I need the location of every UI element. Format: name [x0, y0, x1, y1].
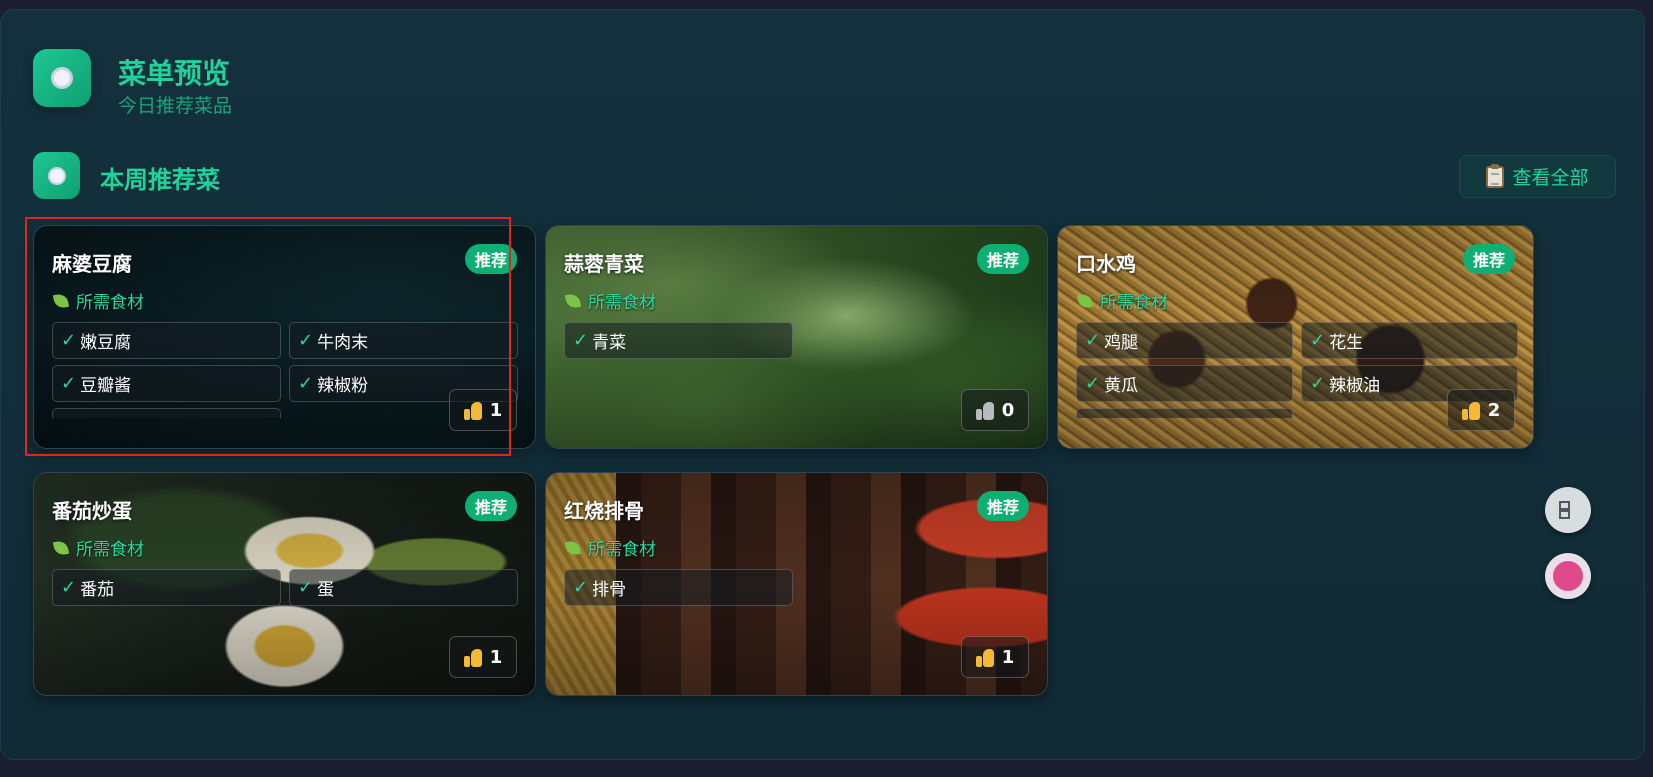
check-icon: ✓ — [61, 577, 77, 598]
check-icon: ✓ — [298, 330, 314, 351]
recommend-badge: 推荐 — [976, 244, 1029, 274]
thumbs-up-icon — [1461, 400, 1480, 420]
section-title: 本周推荐菜 — [100, 166, 220, 194]
check-icon: ✓ — [1310, 373, 1326, 394]
check-icon: ✓ — [1085, 330, 1101, 351]
leaf-icon — [564, 292, 582, 309]
page-title: 菜单预览 — [118, 57, 231, 90]
view-all-label: 查看全部 — [1512, 167, 1589, 189]
dish-card[interactable]: 蒜蓉青菜 推荐 所需食材 ✓ 青菜 0 — [545, 225, 1048, 449]
thumbs-up-icon — [975, 647, 994, 667]
recommend-badge: 推荐 — [464, 244, 517, 274]
check-icon: ✓ — [61, 330, 77, 351]
check-icon: ✓ — [573, 577, 589, 598]
ingredients-heading-label: 所需食材 — [1100, 293, 1168, 313]
ingredient-chip: ✓ 黄瓜 — [1076, 365, 1293, 402]
like-button[interactable]: 0 — [961, 389, 1029, 431]
ingredients-heading-label: 所需食材 — [76, 540, 144, 560]
ingredients-heading-label: 所需食材 — [588, 293, 656, 313]
ingredient-chip — [52, 408, 281, 418]
leaf-icon — [564, 539, 582, 556]
thumbs-up-icon — [463, 400, 482, 420]
floating-grid-button[interactable] — [1545, 487, 1591, 533]
ingredients-heading-label: 所需食材 — [588, 540, 656, 560]
like-button[interactable]: 2 — [1447, 389, 1515, 431]
dish-name: 蒜蓉青菜 — [564, 252, 644, 276]
thumbs-up-icon — [975, 400, 994, 420]
clipboard-icon — [1486, 163, 1505, 188]
view-all-button[interactable]: 查看全部 — [1459, 155, 1616, 198]
like-count: 1 — [489, 646, 503, 668]
like-count: 1 — [1001, 646, 1015, 668]
ingredient-chip: ✓ 番茄 — [52, 569, 281, 606]
dish-card[interactable]: 番茄炒蛋 推荐 所需食材 ✓ 番茄 ✓ 蛋 1 — [33, 472, 536, 696]
dish-card[interactable]: 麻婆豆腐 推荐 所需食材 ✓ 嫩豆腐 ✓ 牛肉末 ✓ 豆瓣酱 ✓ 辣椒粉 1 — [33, 225, 536, 449]
ingredient-chip: ✓ 豆瓣酱 — [52, 365, 281, 402]
ingredient-chip — [1076, 408, 1293, 418]
check-icon: ✓ — [573, 330, 589, 351]
leaf-icon — [52, 539, 70, 556]
dish-name: 麻婆豆腐 — [52, 252, 132, 276]
thumbs-up-icon — [463, 647, 482, 667]
leaf-icon — [52, 292, 70, 309]
ingredients-heading: 所需食材 — [1076, 288, 1168, 313]
dish-card[interactable]: 口水鸡 推荐 所需食材 ✓ 鸡腿 ✓ 花生 ✓ 黄瓜 ✓ 辣椒油 2 — [1057, 225, 1534, 449]
ingredients-heading: 所需食材 — [564, 288, 656, 313]
check-icon: ✓ — [1085, 373, 1101, 394]
like-count: 2 — [1487, 399, 1501, 421]
check-icon: ✓ — [61, 373, 77, 394]
like-count: 1 — [489, 399, 503, 421]
dish-name: 口水鸡 — [1076, 252, 1136, 276]
plate-icon — [33, 152, 80, 199]
ingredient-chip: ✓ 排骨 — [564, 569, 793, 606]
ingredients-heading: 所需食材 — [52, 535, 144, 560]
ingredients-heading: 所需食材 — [52, 288, 144, 313]
dish-card[interactable]: 红烧排骨 推荐 所需食材 ✓ 排骨 1 — [545, 472, 1048, 696]
recommend-badge: 推荐 — [1462, 244, 1515, 274]
like-count: 0 — [1001, 399, 1015, 421]
ingredients-heading-label: 所需食材 — [76, 293, 144, 313]
ingredient-chip: ✓ 嫩豆腐 — [52, 322, 281, 359]
like-button[interactable]: 1 — [449, 389, 517, 431]
page-subtitle: 今日推荐菜品 — [118, 95, 233, 117]
leaf-icon — [1076, 292, 1094, 309]
dish-name: 红烧排骨 — [564, 499, 644, 523]
like-button[interactable]: 1 — [961, 636, 1029, 678]
like-button[interactable]: 1 — [449, 636, 517, 678]
check-icon: ✓ — [298, 373, 314, 394]
assistant-icon — [1553, 561, 1583, 591]
plate-icon — [33, 49, 91, 107]
check-icon: ✓ — [1310, 330, 1326, 351]
grid-icon — [1559, 501, 1577, 519]
ingredients-heading: 所需食材 — [564, 535, 656, 560]
ingredient-chip: ✓ 蛋 — [289, 569, 518, 606]
ingredient-chip: ✓ 花生 — [1301, 322, 1518, 359]
ingredient-chip: ✓ 牛肉末 — [289, 322, 518, 359]
dish-name: 番茄炒蛋 — [52, 499, 132, 523]
ingredient-chip: ✓ 青菜 — [564, 322, 793, 359]
ingredient-chip: ✓ 鸡腿 — [1076, 322, 1293, 359]
check-icon: ✓ — [298, 577, 314, 598]
recommend-badge: 推荐 — [976, 491, 1029, 521]
floating-assistant-button[interactable] — [1545, 553, 1591, 599]
recommend-badge: 推荐 — [464, 491, 517, 521]
